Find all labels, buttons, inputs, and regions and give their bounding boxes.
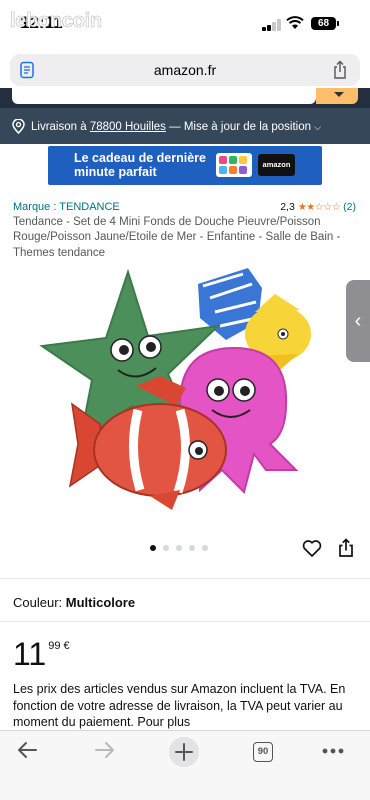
share-icon[interactable] [337, 538, 355, 558]
plus-icon [175, 743, 193, 761]
gallery-pagination[interactable] [150, 545, 208, 551]
tabs-button[interactable]: 90 [253, 742, 273, 762]
promo-banner-line2: minute parfait [74, 165, 157, 179]
search-bar [0, 88, 370, 108]
delivery-location-text[interactable]: Livraison à 78800 Houilles — Mise à jour… [31, 121, 321, 133]
product-title: Tendance - Set de 4 Mini Fonds de Douche… [13, 216, 341, 259]
promo-banner[interactable]: Le cadeau de dernière minute parfait ama… [48, 146, 322, 185]
delivery-prefix: Livraison à [31, 121, 87, 133]
color-value: Multicolore [65, 595, 136, 610]
forward-arrow-icon[interactable] [94, 739, 116, 761]
status-bar: 12:11 leboncoin 68 [0, 0, 370, 50]
gallery-dot[interactable] [176, 545, 182, 551]
promo-banner-line1: Le cadeau de dernière [74, 151, 207, 165]
color-label: Couleur: [13, 595, 63, 610]
wifi-icon [286, 16, 304, 29]
brand-link[interactable]: Marque : TENDANCE [13, 201, 120, 213]
price-whole: 11 [13, 636, 47, 672]
signal-icon [262, 19, 282, 31]
divider [0, 578, 370, 579]
delivery-postcode-link[interactable]: 78800 Houilles [90, 121, 166, 133]
location-pin-icon [12, 119, 25, 134]
browser-toolbar: 90 [0, 730, 370, 800]
color-selector: Couleur: Multicolore [13, 595, 135, 610]
product-price: 11 99 € [13, 637, 70, 671]
gallery-dot[interactable] [163, 545, 169, 551]
address-bar[interactable]: amazon.fr [10, 54, 360, 86]
divider [0, 621, 370, 622]
search-input[interactable] [12, 88, 316, 104]
new-tab-button[interactable] [169, 737, 199, 767]
price-fraction: 99 € [48, 640, 70, 652]
chevron-down-icon: ⌵ [314, 122, 322, 132]
rating-count[interactable]: (2) [343, 201, 356, 213]
gallery-dot[interactable] [202, 545, 208, 551]
promo-banner-text: Le cadeau de dernière minute parfait [74, 151, 206, 179]
gallery-dot[interactable] [150, 545, 156, 551]
gift-cards-image [216, 153, 252, 177]
product-rating[interactable]: 2,3 ★★☆☆☆ (2) [280, 201, 356, 213]
share-icon[interactable] [332, 60, 348, 80]
heart-icon[interactable] [302, 539, 322, 558]
search-button[interactable] [316, 88, 358, 104]
side-panel-toggle[interactable]: ‹ [346, 280, 370, 362]
more-icon[interactable] [322, 748, 344, 754]
rating-value: 2,3 [280, 201, 295, 213]
back-arrow-icon[interactable] [16, 739, 38, 761]
gallery-dot[interactable] [189, 545, 195, 551]
delivery-update-text: — Mise à jour de la position [169, 121, 312, 133]
watermark-logo: leboncoin [10, 10, 103, 33]
battery-indicator: 68 [311, 17, 339, 30]
vat-notice: Les prix des articles vendus sur Amazon … [13, 682, 346, 729]
amazon-gift-card: amazon [258, 154, 295, 176]
rating-stars-icon: ★★☆☆☆ [297, 201, 341, 213]
delivery-location-bar[interactable]: Livraison à 78800 Houilles — Mise à jour… [0, 108, 370, 144]
product-image[interactable] [0, 264, 370, 564]
url-text[interactable]: amazon.fr [10, 62, 360, 78]
